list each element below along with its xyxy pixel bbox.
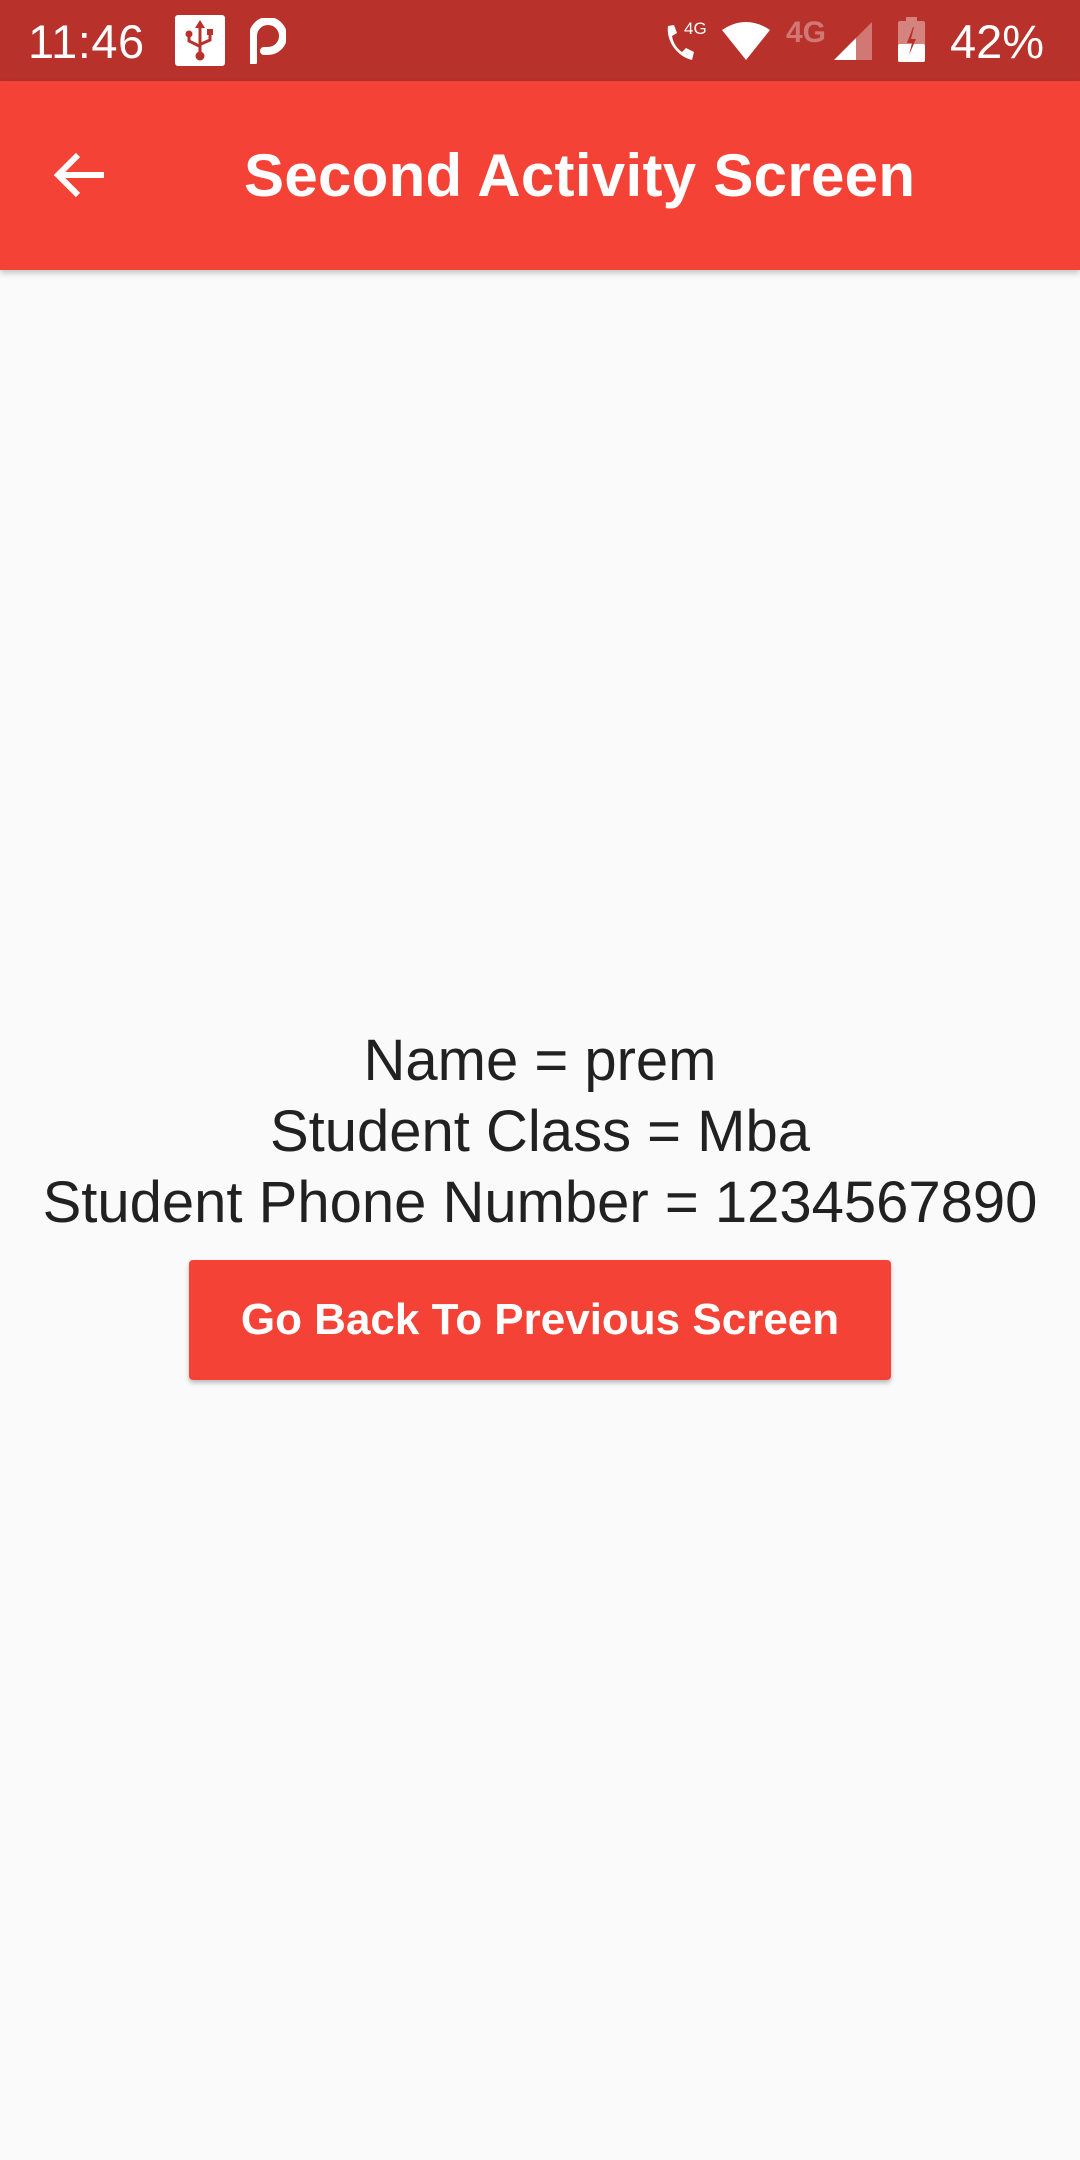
student-phone-text: Student Phone Number = 1234567890 — [42, 1170, 1038, 1235]
status-bar: 11:46 4G 4G 42% — [0, 0, 1080, 81]
student-class-text: Student Class = Mba — [269, 1099, 810, 1164]
p-icon — [249, 17, 287, 66]
svg-text:4G: 4G — [684, 19, 707, 38]
data-network-label: 4G — [786, 16, 827, 49]
go-back-button[interactable]: Go Back To Previous Screen — [189, 1260, 891, 1380]
back-button[interactable] — [40, 137, 120, 217]
page-title: Second Activity Screen — [244, 142, 916, 209]
battery-percent: 42% — [950, 15, 1045, 68]
cell-signal-icon — [834, 20, 874, 62]
wifi-icon — [720, 22, 772, 62]
battery-charging-icon — [898, 17, 925, 62]
volte-call-icon: 4G — [662, 16, 722, 66]
app-bar: Second Activity Screen — [0, 81, 1080, 270]
student-name-text: Name = prem — [363, 1028, 717, 1093]
status-icons: 4G 4G 42% — [540, 0, 1080, 81]
status-time: 11:46 — [28, 15, 145, 68]
student-details: Name = prem Student Class = Mba Student … — [0, 1025, 1080, 1238]
usb-icon — [175, 15, 225, 66]
arrow-back-icon — [52, 147, 108, 208]
